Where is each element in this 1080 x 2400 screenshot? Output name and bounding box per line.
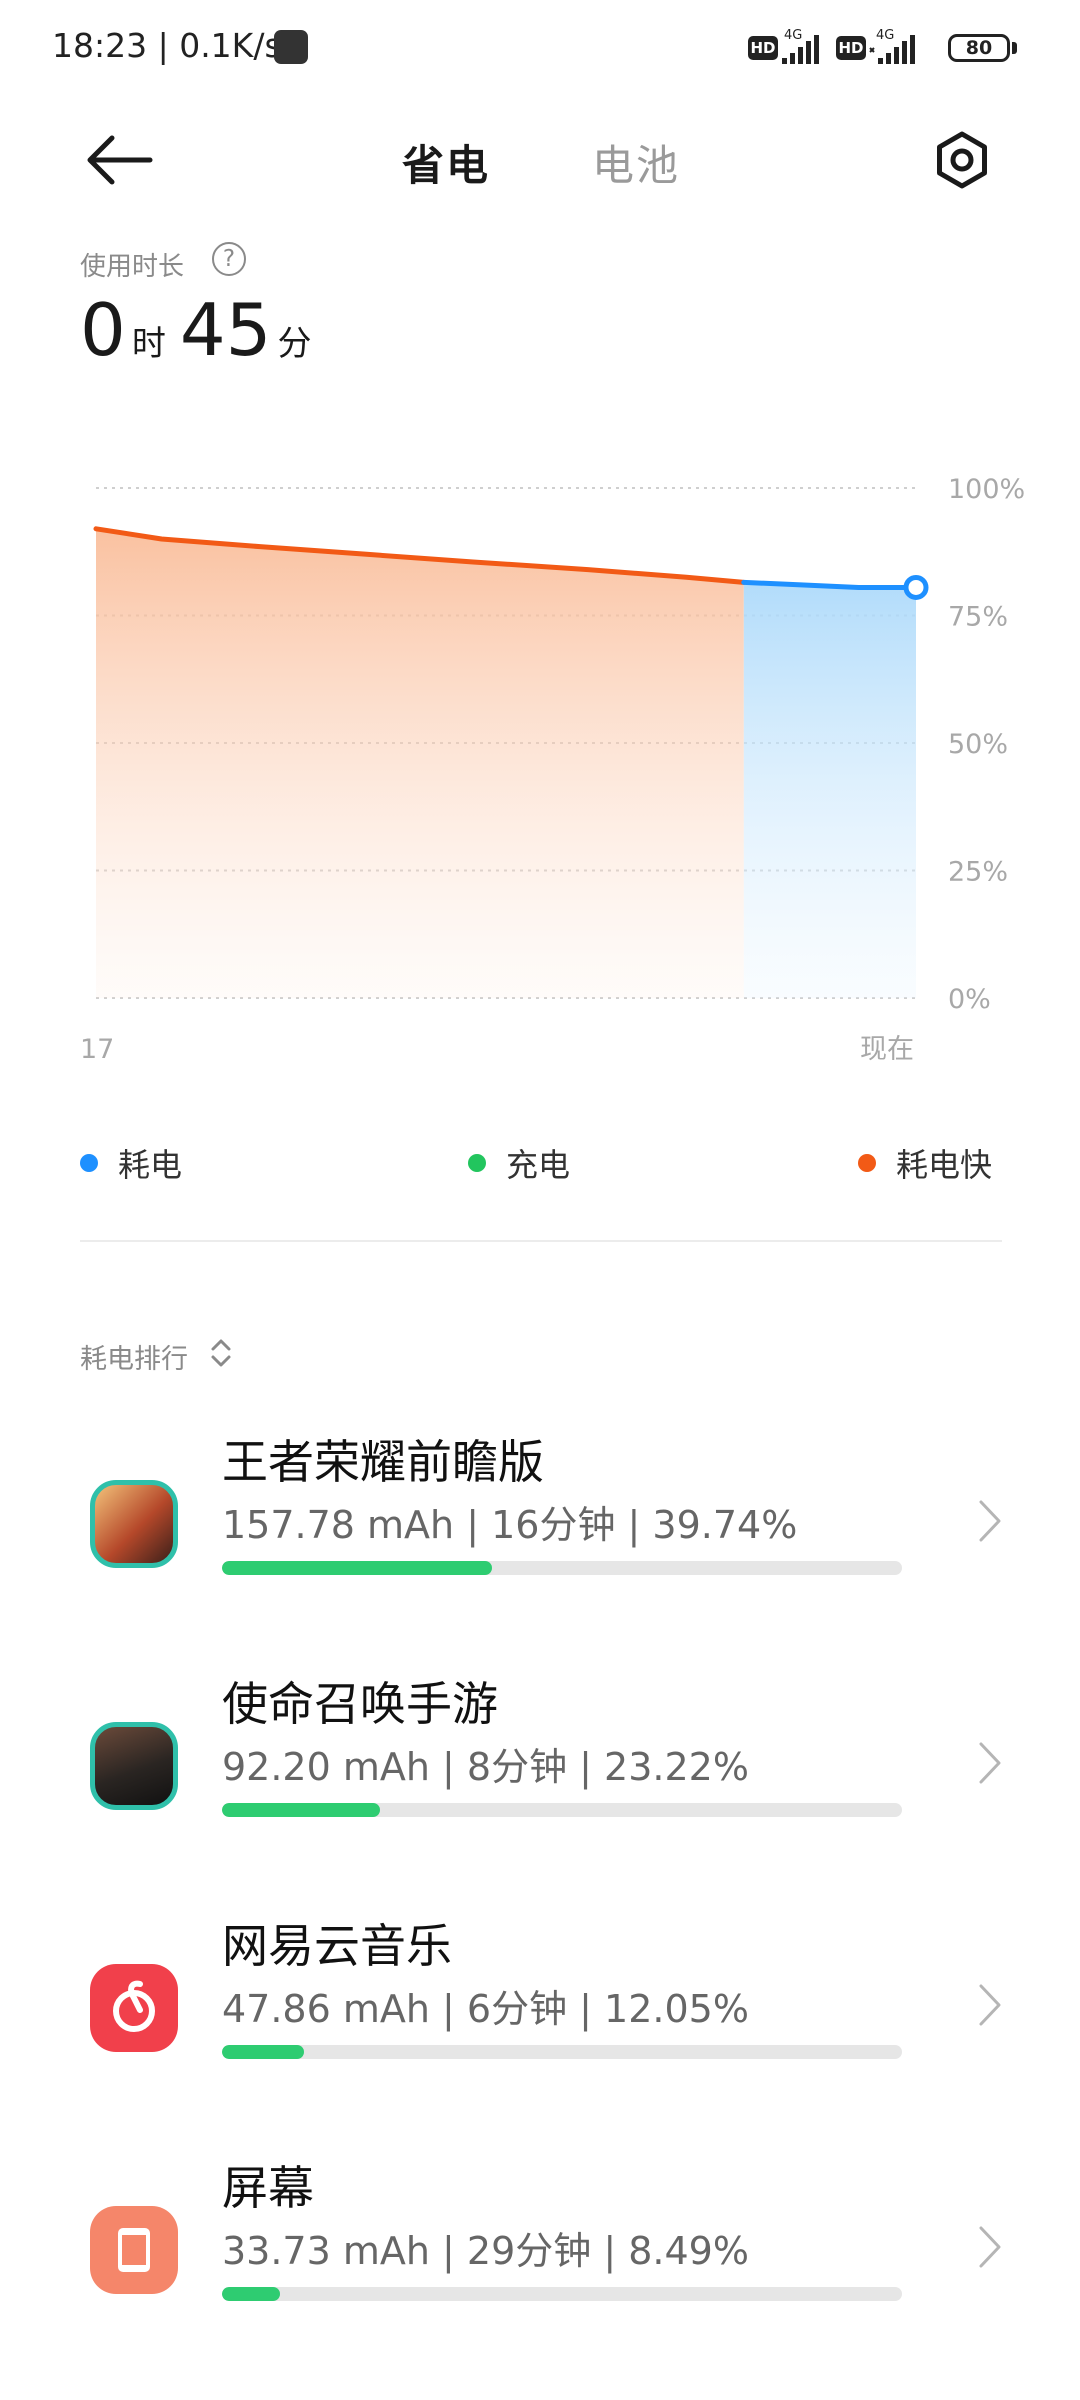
usage-minutes-unit: 分 (277, 324, 312, 364)
usage-bar (222, 1561, 902, 1575)
usage-time-label: 使用时长 (80, 252, 185, 282)
usage-bar-fill (222, 2287, 280, 2301)
hd-badge-2: HD (836, 36, 866, 60)
battery-icon: 80 (948, 34, 1010, 62)
ranking-label[interactable]: 耗电排行 (80, 1337, 188, 1376)
y-tick-label: 50% (948, 729, 1008, 760)
usage-duration: 0 时 45 分 (80, 288, 325, 372)
app-row-screen[interactable]: 屏幕 33.73 mAh | 29分钟 | 8.49% (0, 2146, 1080, 2388)
settings-button[interactable] (930, 128, 994, 192)
app-stats: 92.20 mAh | 8分钟 | 23.22% (222, 1745, 749, 1789)
x-tick-label: 17 (80, 1034, 114, 1065)
app-stats: 157.78 mAh | 16分钟 | 39.74% (222, 1503, 798, 1547)
battery-chart: 100% 75% 50% 25% 0% 17 现在 (80, 474, 1025, 1065)
tab-power-saving[interactable]: 省电 (402, 132, 490, 193)
app-stats: 47.86 mAh | 6分钟 | 12.05% (222, 1987, 749, 2031)
chart-area-0 (96, 528, 744, 998)
app-stats: 33.73 mAh | 29分钟 | 8.49% (222, 2229, 749, 2273)
y-tick-label: 75% (948, 602, 1008, 633)
app-row-honor-of-kings[interactable]: 王者荣耀前瞻版 157.78 mAh | 16分钟 | 39.74% (0, 1420, 1080, 1662)
back-button[interactable] (80, 130, 160, 190)
legend-dot-charge (468, 1154, 486, 1172)
music-note-icon (113, 1980, 155, 2032)
app-row-call-of-duty[interactable]: 使命召唤手游 92.20 mAh | 8分钟 | 23.22% (0, 1662, 1080, 1904)
signal-icon-1 (782, 35, 819, 64)
usage-bar-fill (222, 1803, 380, 1817)
usage-bar (222, 1803, 902, 1817)
legend-dot-drain (80, 1154, 98, 1172)
usage-hours: 0 (80, 288, 126, 372)
app-name: 使命召唤手游 (222, 1677, 498, 1731)
legend-drain: 耗电 (80, 1140, 182, 1186)
chart-areas (96, 528, 916, 998)
x-tick-label: 现在 (860, 1034, 914, 1065)
usage-hours-unit: 时 (131, 324, 166, 364)
usage-minutes: 45 (179, 288, 272, 372)
legend-fast-drain: 耗电快 (858, 1140, 992, 1186)
y-tick-label: 0% (948, 984, 991, 1015)
app-row-netease-music[interactable]: 网易云音乐 47.86 mAh | 6分钟 | 12.05% (0, 1904, 1080, 2146)
current-point-marker (903, 574, 929, 600)
legend-dot-fast-drain (858, 1154, 876, 1172)
legend-charge: 充电 (468, 1140, 570, 1186)
signal-icon-2 (869, 35, 915, 64)
chevron-right-icon[interactable] (975, 1496, 1005, 1546)
hd-badge-1: HD (748, 36, 778, 60)
chart-area-1 (743, 582, 916, 998)
app-name: 屏幕 (222, 2161, 314, 2215)
notification-icon (274, 30, 308, 64)
screen-icon (90, 2206, 178, 2294)
usage-bar (222, 2045, 902, 2059)
chevron-right-icon[interactable] (975, 2222, 1005, 2272)
netease-music-icon (90, 1964, 178, 2052)
usage-bar (222, 2287, 902, 2301)
tab-battery[interactable]: 电池 (592, 132, 680, 193)
section-divider (80, 1240, 1002, 1242)
y-tick-label: 100% (948, 474, 1025, 505)
chevron-right-icon[interactable] (975, 1980, 1005, 2030)
legend-label-fast-drain: 耗电快 (896, 1146, 993, 1184)
app-name: 网易云音乐 (222, 1919, 452, 1973)
legend-label-charge: 充电 (506, 1146, 571, 1184)
app-name: 王者荣耀前瞻版 (222, 1435, 544, 1489)
usage-bar-fill (222, 1561, 493, 1575)
phone-screen-icon (118, 2228, 150, 2272)
battery-tip (1012, 42, 1017, 54)
help-icon[interactable]: ? (212, 242, 246, 276)
call-of-duty-icon (90, 1722, 178, 1810)
chevron-right-icon[interactable] (975, 1738, 1005, 1788)
y-tick-label: 25% (948, 857, 1008, 888)
status-time-speed: 18:23 | 0.1K/s (52, 26, 282, 65)
usage-bar-fill (222, 2045, 304, 2059)
game-hero-icon (90, 1480, 178, 1568)
sort-toggle-icon[interactable] (206, 1336, 236, 1370)
legend-label-drain: 耗电 (118, 1146, 183, 1184)
